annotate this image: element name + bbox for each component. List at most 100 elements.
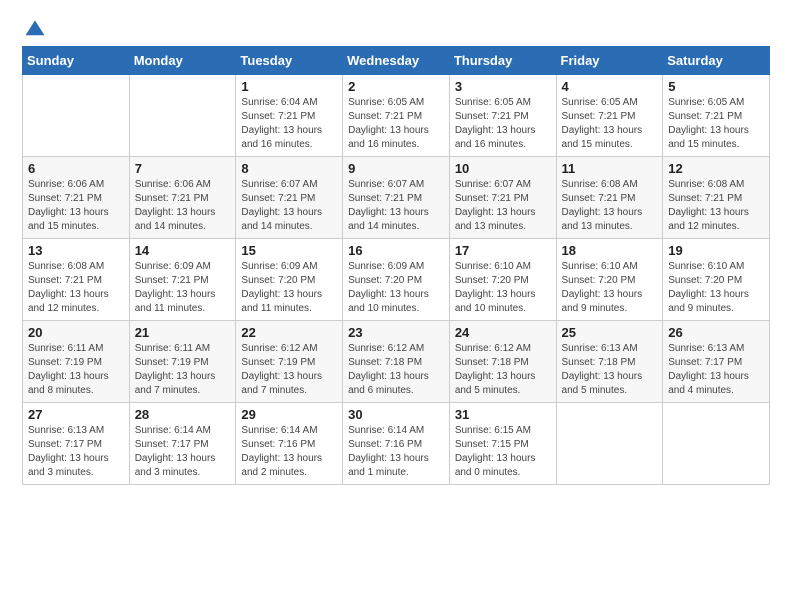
day-number: 22 — [241, 325, 337, 340]
day-info: Sunrise: 6:13 AM Sunset: 7:17 PM Dayligh… — [668, 342, 764, 398]
day-number: 30 — [348, 407, 444, 422]
day-number: 29 — [241, 407, 337, 422]
day-number: 17 — [455, 243, 551, 258]
calendar-cell: 30 Sunrise: 6:14 AM Sunset: 7:16 PM Dayli… — [343, 403, 450, 485]
day-number: 24 — [455, 325, 551, 340]
day-info: Sunrise: 6:10 AM Sunset: 7:20 PM Dayligh… — [562, 260, 658, 316]
calendar-cell: 15Sunrise: 6:09 AM Sunset: 7:20 PM Dayli… — [236, 239, 343, 321]
header-day-tuesday: Tuesday — [236, 47, 343, 75]
day-info: Sunrise: 6:14 AM Sunset: 7:16 PM Dayligh… — [348, 424, 444, 480]
calendar-cell: 19 Sunrise: 6:10 AM Sunset: 7:20 PM Dayli… — [663, 239, 770, 321]
calendar-cell: 24 Sunrise: 6:12 AM Sunset: 7:18 PM Dayli… — [449, 321, 556, 403]
day-number: 4 — [562, 79, 658, 94]
header-day-friday: Friday — [556, 47, 663, 75]
calendar-cell: 18 Sunrise: 6:10 AM Sunset: 7:20 PM Dayli… — [556, 239, 663, 321]
week-row-0: 1Sunrise: 6:04 AM Sunset: 7:21 PM Daylig… — [23, 75, 770, 157]
calendar-cell: 10Sunrise: 6:07 AM Sunset: 7:21 PM Dayli… — [449, 157, 556, 239]
day-info: Sunrise: 6:14 AM Sunset: 7:16 PM Dayligh… — [241, 424, 337, 480]
day-number: 8 — [241, 161, 337, 176]
header — [22, 18, 770, 40]
calendar-cell: 7 Sunrise: 6:06 AM Sunset: 7:21 PM Daylig… — [129, 157, 236, 239]
calendar-cell — [556, 403, 663, 485]
calendar-cell: 17 Sunrise: 6:10 AM Sunset: 7:20 PM Dayli… — [449, 239, 556, 321]
calendar-cell: 23 Sunrise: 6:12 AM Sunset: 7:18 PM Dayli… — [343, 321, 450, 403]
day-number: 27 — [28, 407, 124, 422]
calendar-cell: 28Sunrise: 6:14 AM Sunset: 7:17 PM Dayli… — [129, 403, 236, 485]
logo-icon — [24, 18, 46, 40]
day-info: Sunrise: 6:08 AM Sunset: 7:21 PM Dayligh… — [562, 178, 658, 234]
day-number: 23 — [348, 325, 444, 340]
day-number: 18 — [562, 243, 658, 258]
calendar-table: SundayMondayTuesdayWednesdayThursdayFrid… — [22, 46, 770, 485]
calendar-cell — [663, 403, 770, 485]
day-info: Sunrise: 6:06 AM Sunset: 7:21 PM Dayligh… — [28, 178, 124, 234]
day-number: 9 — [348, 161, 444, 176]
calendar-cell: 3 Sunrise: 6:05 AM Sunset: 7:21 PM Daylig… — [449, 75, 556, 157]
header-day-wednesday: Wednesday — [343, 47, 450, 75]
calendar-cell: 11 Sunrise: 6:08 AM Sunset: 7:21 PM Dayli… — [556, 157, 663, 239]
day-number: 21 — [135, 325, 231, 340]
header-day-sunday: Sunday — [23, 47, 130, 75]
day-info: Sunrise: 6:12 AM Sunset: 7:19 PM Dayligh… — [241, 342, 337, 398]
day-number: 16 — [348, 243, 444, 258]
calendar-cell: 1Sunrise: 6:04 AM Sunset: 7:21 PM Daylig… — [236, 75, 343, 157]
logo — [22, 18, 50, 40]
day-info: Sunrise: 6:10 AM Sunset: 7:20 PM Dayligh… — [668, 260, 764, 316]
calendar-cell — [129, 75, 236, 157]
day-info: Sunrise: 6:05 AM Sunset: 7:21 PM Dayligh… — [668, 96, 764, 152]
calendar-cell: 20 Sunrise: 6:11 AM Sunset: 7:19 PM Dayli… — [23, 321, 130, 403]
day-info: Sunrise: 6:07 AM Sunset: 7:21 PM Dayligh… — [241, 178, 337, 234]
day-info: Sunrise: 6:12 AM Sunset: 7:18 PM Dayligh… — [455, 342, 551, 398]
day-number: 25 — [562, 325, 658, 340]
week-row-1: 6Sunrise: 6:06 AM Sunset: 7:21 PM Daylig… — [23, 157, 770, 239]
calendar-body: 1Sunrise: 6:04 AM Sunset: 7:21 PM Daylig… — [23, 75, 770, 485]
calendar-cell: 26Sunrise: 6:13 AM Sunset: 7:17 PM Dayli… — [663, 321, 770, 403]
day-info: Sunrise: 6:10 AM Sunset: 7:20 PM Dayligh… — [455, 260, 551, 316]
day-info: Sunrise: 6:15 AM Sunset: 7:15 PM Dayligh… — [455, 424, 551, 480]
week-row-3: 20 Sunrise: 6:11 AM Sunset: 7:19 PM Dayli… — [23, 321, 770, 403]
day-number: 3 — [455, 79, 551, 94]
calendar-cell: 14Sunrise: 6:09 AM Sunset: 7:21 PM Dayli… — [129, 239, 236, 321]
calendar-header: SundayMondayTuesdayWednesdayThursdayFrid… — [23, 47, 770, 75]
week-row-2: 13 Sunrise: 6:08 AM Sunset: 7:21 PM Dayli… — [23, 239, 770, 321]
day-info: Sunrise: 6:08 AM Sunset: 7:21 PM Dayligh… — [668, 178, 764, 234]
calendar-cell: 29 Sunrise: 6:14 AM Sunset: 7:16 PM Dayli… — [236, 403, 343, 485]
day-info: Sunrise: 6:05 AM Sunset: 7:21 PM Dayligh… — [348, 96, 444, 152]
calendar-cell: 13 Sunrise: 6:08 AM Sunset: 7:21 PM Dayli… — [23, 239, 130, 321]
calendar-cell — [23, 75, 130, 157]
day-info: Sunrise: 6:06 AM Sunset: 7:21 PM Dayligh… — [135, 178, 231, 234]
calendar-cell: 27 Sunrise: 6:13 AM Sunset: 7:17 PM Dayli… — [23, 403, 130, 485]
header-row: SundayMondayTuesdayWednesdayThursdayFrid… — [23, 47, 770, 75]
calendar-cell: 21 Sunrise: 6:11 AM Sunset: 7:19 PM Dayli… — [129, 321, 236, 403]
calendar-cell: 6Sunrise: 6:06 AM Sunset: 7:21 PM Daylig… — [23, 157, 130, 239]
calendar-cell: 12Sunrise: 6:08 AM Sunset: 7:21 PM Dayli… — [663, 157, 770, 239]
day-number: 19 — [668, 243, 764, 258]
header-day-thursday: Thursday — [449, 47, 556, 75]
day-info: Sunrise: 6:08 AM Sunset: 7:21 PM Dayligh… — [28, 260, 124, 316]
calendar-cell: 5Sunrise: 6:05 AM Sunset: 7:21 PM Daylig… — [663, 75, 770, 157]
day-info: Sunrise: 6:12 AM Sunset: 7:18 PM Dayligh… — [348, 342, 444, 398]
day-info: Sunrise: 6:11 AM Sunset: 7:19 PM Dayligh… — [135, 342, 231, 398]
day-number: 31 — [455, 407, 551, 422]
day-info: Sunrise: 6:13 AM Sunset: 7:18 PM Dayligh… — [562, 342, 658, 398]
day-info: Sunrise: 6:13 AM Sunset: 7:17 PM Dayligh… — [28, 424, 124, 480]
day-number: 15 — [241, 243, 337, 258]
day-info: Sunrise: 6:09 AM Sunset: 7:20 PM Dayligh… — [348, 260, 444, 316]
calendar-cell: 9 Sunrise: 6:07 AM Sunset: 7:21 PM Daylig… — [343, 157, 450, 239]
day-number: 7 — [135, 161, 231, 176]
day-number: 20 — [28, 325, 124, 340]
day-number: 13 — [28, 243, 124, 258]
header-day-monday: Monday — [129, 47, 236, 75]
day-info: Sunrise: 6:11 AM Sunset: 7:19 PM Dayligh… — [28, 342, 124, 398]
day-number: 10 — [455, 161, 551, 176]
day-info: Sunrise: 6:05 AM Sunset: 7:21 PM Dayligh… — [455, 96, 551, 152]
week-row-4: 27 Sunrise: 6:13 AM Sunset: 7:17 PM Dayli… — [23, 403, 770, 485]
day-number: 11 — [562, 161, 658, 176]
day-info: Sunrise: 6:07 AM Sunset: 7:21 PM Dayligh… — [348, 178, 444, 234]
calendar-cell: 22 Sunrise: 6:12 AM Sunset: 7:19 PM Dayli… — [236, 321, 343, 403]
day-info: Sunrise: 6:05 AM Sunset: 7:21 PM Dayligh… — [562, 96, 658, 152]
calendar-cell: 8 Sunrise: 6:07 AM Sunset: 7:21 PM Daylig… — [236, 157, 343, 239]
day-number: 28 — [135, 407, 231, 422]
calendar-cell: 31 Sunrise: 6:15 AM Sunset: 7:15 PM Dayli… — [449, 403, 556, 485]
calendar-cell: 2Sunrise: 6:05 AM Sunset: 7:21 PM Daylig… — [343, 75, 450, 157]
